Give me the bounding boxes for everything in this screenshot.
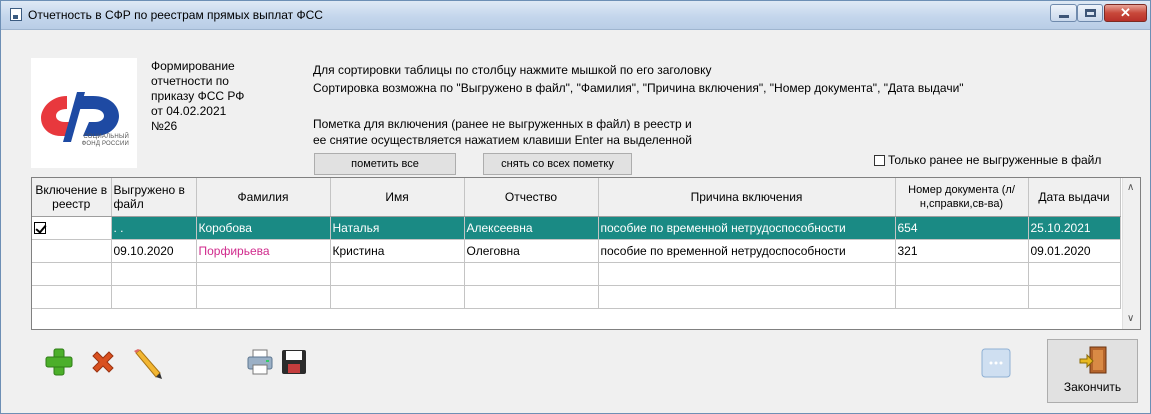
- window-close-button[interactable]: ✕: [1104, 4, 1147, 22]
- only-unexported-filter[interactable]: Только ранее не выгруженные в файл: [874, 153, 1101, 167]
- included-cell[interactable]: [32, 216, 112, 240]
- empty-cell[interactable]: [196, 285, 331, 309]
- patronymic-cell[interactable]: Олеговна: [464, 239, 599, 263]
- window-maximize-button[interactable]: [1077, 4, 1103, 22]
- issue-date-cell[interactable]: 25.10.2021: [1028, 216, 1121, 240]
- column-header-name[interactable]: Имя: [330, 178, 465, 217]
- only-unexported-checkbox[interactable]: [874, 155, 885, 166]
- message-icon: [981, 348, 1011, 378]
- table-scrollbar[interactable]: ∧ ∨: [1122, 178, 1140, 329]
- scroll-up-icon[interactable]: ∧: [1127, 182, 1134, 193]
- column-header-doc-number[interactable]: Номер документа (л/н,справки,св-ва): [895, 178, 1029, 217]
- issue-date-cell[interactable]: 09.01.2020: [1028, 239, 1121, 263]
- exit-door-icon: [1079, 346, 1107, 374]
- sort-hint-line2: Сортировка возможна по "Выгружено в файл…: [313, 81, 964, 95]
- sfr-logo: СОЦИАЛЬНЫЙ ФОНД РОССИИ: [31, 58, 137, 168]
- order-text-line: Формирование: [151, 59, 235, 73]
- title-bar[interactable]: Отчетность в СФР по реестрам прямых выпл…: [1, 1, 1150, 30]
- empty-cell[interactable]: [330, 285, 465, 309]
- empty-cell[interactable]: [1028, 285, 1121, 309]
- add-button[interactable]: [44, 347, 74, 377]
- scroll-down-icon[interactable]: ∨: [1127, 313, 1134, 324]
- app-icon: [10, 8, 22, 21]
- main-window: Отчетность в СФР по реестрам прямых выпл…: [0, 0, 1151, 414]
- finish-button[interactable]: Закончить: [1047, 339, 1138, 403]
- window-minimize-icon: [1059, 15, 1069, 18]
- window-minimize-button[interactable]: [1050, 4, 1077, 22]
- table-row[interactable]: 09.10.2020 Порфирьева Кристина Олеговна …: [32, 239, 1121, 263]
- name-cell[interactable]: Кристина: [330, 239, 465, 263]
- mark-all-button[interactable]: пометить все: [314, 153, 456, 175]
- empty-cell[interactable]: [464, 262, 599, 286]
- logo-text-line1: СОЦИАЛЬНЫЙ: [83, 134, 129, 140]
- logo-text-line2: ФОНД РОССИИ: [81, 141, 129, 147]
- mark-hint-line2: ее снятие осуществляется нажатием клавиш…: [313, 133, 692, 147]
- empty-cell[interactable]: [330, 262, 465, 286]
- print-icon: [247, 349, 273, 375]
- column-header-patronymic[interactable]: Отчество: [464, 178, 599, 217]
- sfr-logo-mark: [41, 92, 119, 142]
- save-icon: [282, 350, 306, 374]
- window-maximize-icon: [1085, 9, 1096, 17]
- registry-table[interactable]: Включение в реестр Выгружено в файл Фами…: [31, 177, 1141, 330]
- column-header-issue-date[interactable]: Дата выдачи: [1028, 178, 1121, 217]
- empty-cell[interactable]: [32, 262, 112, 286]
- reason-cell[interactable]: пособие по временной нетрудоспособности: [598, 216, 896, 240]
- window-close-icon: ✕: [1120, 5, 1131, 20]
- delete-icon: [92, 351, 114, 373]
- exported-cell[interactable]: . .: [111, 216, 197, 240]
- print-button[interactable]: [245, 347, 275, 377]
- column-header-exported[interactable]: Выгружено в файл: [111, 178, 197, 217]
- order-text-line: от 04.02.2021: [151, 104, 227, 118]
- delete-button[interactable]: [88, 347, 118, 377]
- empty-cell[interactable]: [32, 285, 112, 309]
- edit-icon: [134, 349, 162, 379]
- row-include-checkbox[interactable]: [34, 221, 46, 234]
- column-header-surname[interactable]: Фамилия: [196, 178, 331, 217]
- empty-cell[interactable]: [895, 262, 1029, 286]
- registry-table-body: Включение в реестр Выгружено в файл Фами…: [32, 178, 1121, 309]
- empty-cell[interactable]: [1028, 262, 1121, 286]
- order-text-line: отчетности по: [151, 74, 229, 88]
- column-header-included[interactable]: Включение в реестр: [32, 178, 112, 217]
- table-header-row: Включение в реестр Выгружено в файл Фами…: [32, 178, 1121, 217]
- table-row-empty[interactable]: [32, 285, 1121, 309]
- finish-label: Закончить: [1063, 380, 1122, 394]
- surname-cell[interactable]: Порфирьева: [196, 239, 331, 263]
- add-icon: [45, 348, 73, 376]
- empty-cell[interactable]: [598, 262, 896, 286]
- empty-cell[interactable]: [464, 285, 599, 309]
- order-text-line: №26: [151, 119, 178, 133]
- empty-cell[interactable]: [111, 285, 197, 309]
- table-row-empty[interactable]: [32, 262, 1121, 286]
- window-title: Отчетность в СФР по реестрам прямых выпл…: [28, 8, 323, 22]
- name-cell[interactable]: Наталья: [330, 216, 465, 240]
- surname-cell[interactable]: Коробова: [196, 216, 331, 240]
- sort-hint-line1: Для сортировки таблицы по столбцу нажмит…: [313, 63, 712, 77]
- doc-number-cell[interactable]: 654: [895, 216, 1029, 240]
- order-description: Формирование отчетности по приказу ФСС Р…: [151, 59, 301, 134]
- empty-cell[interactable]: [598, 285, 896, 309]
- patronymic-cell[interactable]: Алексеевна: [464, 216, 599, 240]
- save-button[interactable]: [279, 347, 309, 377]
- unmark-all-button[interactable]: снять со всех пометку: [483, 153, 632, 175]
- doc-number-cell[interactable]: 321: [895, 239, 1029, 263]
- column-header-reason[interactable]: Причина включения: [598, 178, 896, 217]
- table-row[interactable]: . . Коробова Наталья Алексеевна пособие …: [32, 216, 1121, 240]
- message-button[interactable]: [980, 347, 1011, 378]
- empty-cell[interactable]: [895, 285, 1029, 309]
- empty-cell[interactable]: [111, 262, 197, 286]
- only-unexported-label: Только ранее не выгруженные в файл: [888, 153, 1102, 167]
- order-text-line: приказу ФСС РФ: [151, 89, 245, 103]
- edit-button[interactable]: [128, 347, 162, 379]
- included-cell[interactable]: [32, 239, 112, 263]
- reason-cell[interactable]: пособие по временной нетрудоспособности: [598, 239, 896, 263]
- empty-cell[interactable]: [196, 262, 331, 286]
- exported-cell[interactable]: 09.10.2020: [111, 239, 197, 263]
